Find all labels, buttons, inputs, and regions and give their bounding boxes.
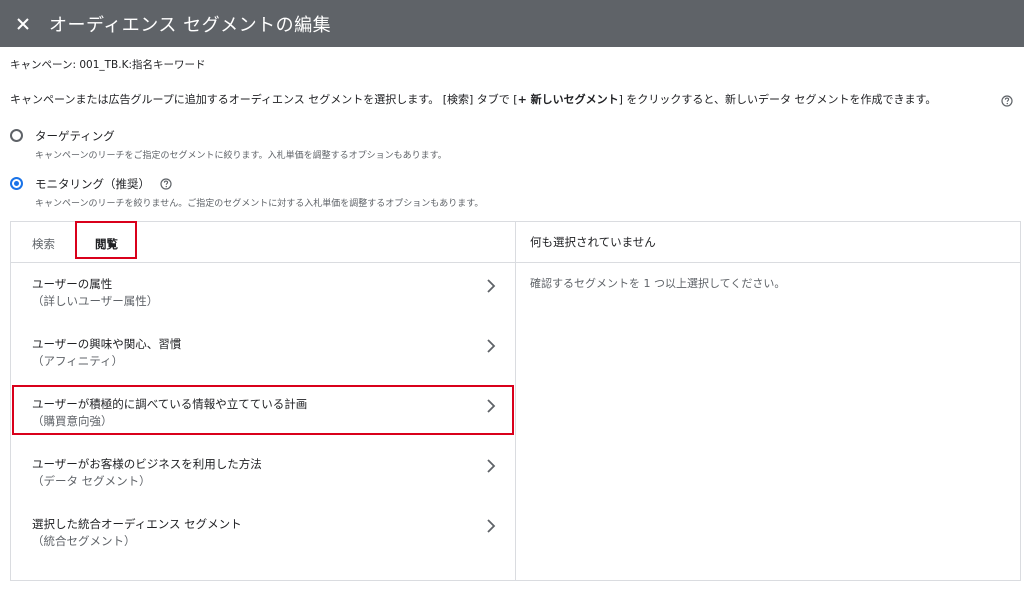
category-item-combined-segments[interactable]: 選択した統合オーディエンス セグメント （統合セグメント） [11, 503, 515, 563]
category-subtitle: （統合セグメント） [32, 534, 136, 548]
tab-bar: 検索 閲覧 [11, 221, 515, 263]
category-title: ユーザーがお客様のビジネスを利用した方法 [32, 457, 262, 471]
targeting-radio[interactable] [10, 129, 23, 142]
monitoring-description: キャンペーンのリーチを絞りません。ご指定のセグメントに対する入札単価を調整するオ… [35, 199, 484, 209]
category-title: 選択した統合オーディエンス セグメント [32, 517, 242, 531]
description-part1: キャンペーンまたは広告グループに追加するオーディエンス セグメントを選択します。… [10, 93, 518, 106]
segment-panel: 検索 閲覧 ユーザーの属性 （詳しいユーザー属性） ユーザーの興味や関心、習慣 … [10, 221, 1021, 581]
category-item-data-segments[interactable]: ユーザーがお客様のビジネスを利用した方法 （データ セグメント） [11, 443, 515, 503]
category-item-in-market[interactable]: ユーザーが積極的に調べている情報や立てている計画 （購買意向強） [11, 383, 515, 443]
dialog-title: オーディエンス セグメントの編集 [49, 14, 332, 36]
monitoring-option[interactable]: モニタリング（推奨） キャンペーンのリーチを絞りません。ご指定のセグメントに対す… [10, 176, 483, 209]
divider [516, 262, 1020, 263]
tab-browse[interactable]: 閲覧 [95, 236, 118, 252]
category-item-affinity[interactable]: ユーザーの興味や関心、習慣 （アフィニティ） [11, 323, 515, 383]
category-subtitle: （詳しいユーザー属性） [32, 294, 159, 308]
dialog-header: オーディエンス セグメントの編集 [0, 0, 1024, 47]
targeting-option[interactable]: ターゲティング キャンペーンのリーチをご指定のセグメントに絞ります。入札単価を調… [10, 128, 447, 161]
selection-empty-message: 確認するセグメントを 1 つ以上選択してください。 [530, 277, 786, 290]
new-segment-text: + 新しいセグメント [517, 93, 619, 106]
tab-search[interactable]: 検索 [32, 236, 55, 252]
monitoring-label-row: モニタリング（推奨） [35, 176, 483, 192]
monitoring-label: モニタリング（推奨） [35, 177, 150, 191]
chevron-right-icon [485, 278, 497, 294]
category-subtitle: （アフィニティ） [32, 354, 124, 368]
description-text: キャンペーンまたは広告グループに追加するオーディエンス セグメントを選択します。… [10, 91, 936, 107]
category-title: ユーザーの興味や関心、習慣 [32, 337, 182, 351]
help-icon[interactable] [160, 178, 172, 190]
category-subtitle: （データ セグメント） [32, 474, 151, 488]
category-subtitle: （購買意向強） [32, 414, 113, 428]
targeting-label: ターゲティング [35, 129, 115, 143]
targeting-description: キャンペーンのリーチをご指定のセグメントに絞ります。入札単価を調整するオプション… [35, 151, 447, 161]
category-title: ユーザーの属性 [32, 277, 113, 291]
description-part2: ] をクリックすると、新しいデータ セグメントを作成できます。 [618, 93, 937, 106]
selection-header: 何も選択されていません [530, 235, 656, 249]
monitoring-radio[interactable] [10, 177, 23, 190]
category-title: ユーザーが積極的に調べている情報や立てている計画 [32, 397, 308, 411]
category-item-demographics[interactable]: ユーザーの属性 （詳しいユーザー属性） [11, 263, 515, 323]
campaign-name: キャンペーン: 001_TB.K:指名キーワード [10, 59, 206, 71]
chevron-right-icon [485, 458, 497, 474]
close-icon[interactable] [15, 16, 31, 32]
chevron-right-icon [485, 398, 497, 414]
chevron-right-icon [485, 518, 497, 534]
segment-browser: 検索 閲覧 ユーザーの属性 （詳しいユーザー属性） ユーザーの興味や関心、習慣 … [11, 221, 516, 580]
help-icon[interactable] [1001, 92, 1013, 107]
chevron-right-icon [485, 338, 497, 354]
